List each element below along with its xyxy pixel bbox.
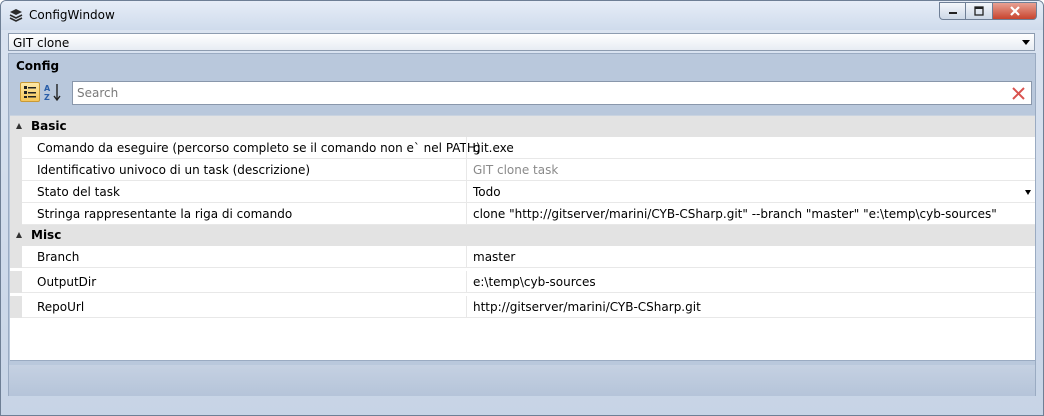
property-name: Comando da eseguire (percorso completo s…	[37, 141, 481, 155]
property-row-branch[interactable]: Branch master	[10, 246, 1035, 268]
minimize-button[interactable]	[939, 2, 966, 20]
category-name: Misc	[31, 228, 62, 242]
property-row-stato[interactable]: Stato del task Todo	[10, 181, 1035, 203]
category-basic[interactable]: Basic	[10, 116, 1035, 137]
svg-text:Z: Z	[44, 93, 50, 102]
property-name: Stringa rappresentante la riga di comand…	[37, 207, 293, 221]
categorized-view-icon	[24, 86, 36, 98]
clear-search-icon[interactable]	[1011, 86, 1026, 101]
minimize-icon	[948, 12, 957, 14]
category-misc[interactable]: Misc	[10, 225, 1035, 246]
grid-bottom-border	[10, 360, 1035, 361]
property-name: OutputDir	[37, 275, 97, 289]
property-row-stringa[interactable]: Stringa rappresentante la riga di comand…	[10, 203, 1035, 225]
column-divider	[466, 296, 467, 318]
description-panel	[9, 365, 1035, 396]
config-window: ConfigWindow GIT clone Config A Z Search…	[0, 0, 1044, 416]
property-value[interactable]: Todo	[473, 185, 501, 199]
task-selector[interactable]: GIT clone	[8, 33, 1035, 51]
sort-alphabetical-icon: A Z	[44, 84, 61, 102]
column-divider	[466, 271, 467, 293]
property-value[interactable]: master	[473, 250, 515, 264]
close-button[interactable]	[993, 2, 1037, 20]
config-panel: Config A Z Search Basic Comando da esegu…	[8, 53, 1036, 396]
property-value[interactable]: http://gitserver/marini/CYB-CSharp.git	[473, 300, 701, 314]
title-bar[interactable]: ConfigWindow	[1, 1, 1043, 30]
property-name: RepoUrl	[37, 300, 85, 314]
column-divider	[466, 181, 467, 203]
property-row-identificativo[interactable]: Identificativo univoco di un task (descr…	[10, 159, 1035, 181]
close-icon	[1009, 6, 1020, 16]
property-name: Stato del task	[37, 185, 120, 199]
property-value[interactable]: e:\temp\cyb-sources	[473, 275, 596, 289]
chevron-down-icon	[1022, 40, 1030, 45]
column-divider	[466, 203, 467, 225]
maximize-icon	[974, 6, 984, 16]
search-box	[72, 81, 1032, 105]
caption-buttons	[939, 2, 1037, 20]
property-name: Identificativo univoco di un task (descr…	[37, 163, 311, 177]
maximize-button[interactable]	[966, 2, 993, 20]
task-selector-value: GIT clone	[13, 36, 70, 50]
property-name: Branch	[37, 250, 80, 264]
sort-alphabetical-button[interactable]: A Z	[43, 82, 63, 102]
collapse-arrow-icon[interactable]	[16, 232, 22, 238]
stack-icon	[9, 9, 23, 22]
svg-text:A: A	[44, 84, 51, 93]
chevron-down-icon[interactable]	[1025, 190, 1031, 195]
collapse-arrow-icon[interactable]	[16, 123, 22, 129]
column-divider	[466, 159, 467, 181]
column-divider	[466, 137, 467, 159]
column-divider	[466, 246, 467, 268]
window-title: ConfigWindow	[29, 8, 115, 22]
property-value[interactable]: clone "http://gitserver/marini/CYB-CShar…	[473, 207, 997, 221]
property-value[interactable]: git.exe	[473, 141, 514, 155]
config-label: Config	[16, 59, 60, 73]
category-name: Basic	[31, 119, 67, 133]
property-row-repourl[interactable]: RepoUrl http://gitserver/marini/CYB-CSha…	[10, 296, 1035, 318]
property-row-outputdir[interactable]: OutputDir e:\temp\cyb-sources	[10, 271, 1035, 293]
property-grid: Basic Comando da eseguire (percorso comp…	[10, 115, 1035, 361]
search-input[interactable]	[77, 85, 997, 101]
categorized-view-button[interactable]	[20, 82, 40, 102]
property-value[interactable]: GIT clone task	[473, 163, 558, 177]
property-row-comando[interactable]: Comando da eseguire (percorso completo s…	[10, 137, 1035, 159]
